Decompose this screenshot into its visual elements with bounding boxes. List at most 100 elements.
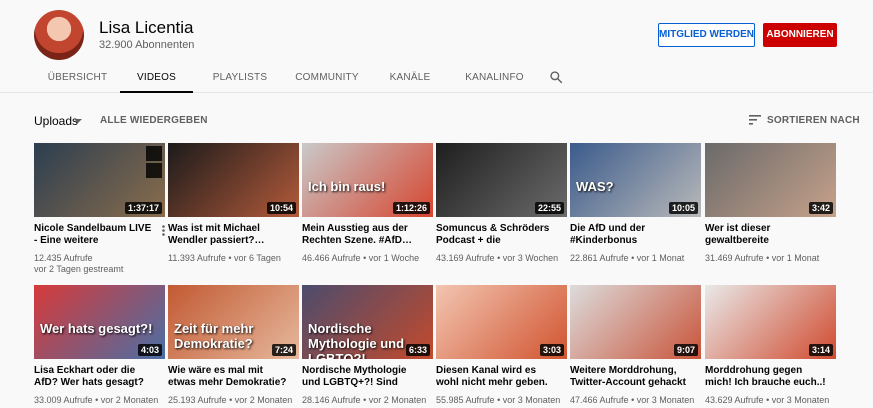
play-all-button[interactable]: ALLE WIEDERGEBEN (100, 115, 208, 126)
tab-about[interactable]: KANALINFO (453, 62, 536, 93)
tab-playlists[interactable]: PLAYLISTS (193, 62, 287, 93)
upload-age: vor 1 Monat (771, 253, 820, 263)
video-card[interactable]: 22:55 Somuncus & Schröders Podcast + die … (436, 143, 567, 264)
tab-community[interactable]: COMMUNITY (287, 62, 367, 93)
watch-later-icon[interactable] (146, 146, 162, 161)
duration-badge: 3:42 (808, 202, 833, 214)
tab-channels[interactable]: KANÄLE (367, 62, 453, 93)
view-count: 43.169 Aufrufe (436, 253, 495, 263)
channel-avatar[interactable] (34, 10, 84, 60)
more-actions-icon[interactable] (162, 223, 165, 236)
video-title[interactable]: Diesen Kanal wird es wohl nicht mehr geb… (436, 365, 567, 389)
duration-badge: 3:14 (808, 344, 833, 356)
upload-age: vor 3 Monaten (502, 395, 561, 405)
view-count: 28.146 Aufrufe (302, 395, 361, 405)
video-thumbnail[interactable]: 22:55 (436, 143, 567, 217)
upload-age: vor 2 Monaten (234, 395, 293, 405)
video-thumbnail[interactable]: Nordische Mythologie und LGBTQ?! 6:33 (302, 285, 433, 359)
video-thumbnail[interactable]: Wer hats gesagt?! 4:03 (34, 285, 165, 359)
join-member-button[interactable]: MITGLIED WERDEN (658, 23, 755, 47)
meta-separator: • (494, 395, 503, 405)
video-thumbnail[interactable]: Zeit für mehr Demokratie? 7:24 (168, 285, 299, 359)
video-title[interactable]: Mein Ausstieg aus der Rechten Szene. #Af… (302, 223, 433, 247)
video-meta: 47.466 Aufrufe • vor 3 Monaten (570, 395, 701, 406)
upload-age: vor 1 Woche (368, 253, 420, 263)
sort-by-button[interactable]: SORTIEREN NACH (767, 115, 860, 126)
upload-age: vor 1 Monat (636, 253, 685, 263)
thumbnail-caption: WAS? (576, 179, 614, 194)
video-card[interactable]: Ich bin raus! 1:12:26 Mein Ausstieg aus de… (302, 143, 433, 264)
thumbnail-caption: Ich bin raus! (308, 179, 386, 194)
video-title[interactable]: Weitere Morddrohung, Twitter-Account geh… (570, 365, 701, 389)
video-meta: 31.469 Aufrufe • vor 1 Monat (705, 253, 836, 264)
video-card[interactable]: 3:14 Morddrohung gegen mich! Ich brauche … (705, 285, 836, 406)
video-card[interactable]: 1:37:17 Nicole Sandelbaum LIVE - Eine wei… (34, 143, 165, 275)
video-card[interactable]: Wer hats gesagt?! 4:03 Lisa Eckhart oder d… (34, 285, 165, 406)
duration-badge: 9:07 (673, 344, 698, 356)
video-thumbnail[interactable]: 9:07 (570, 285, 701, 359)
video-meta: 25.193 Aufrufe • vor 2 Monaten (168, 395, 299, 406)
upload-age: vor 2 Monaten (368, 395, 427, 405)
view-count: 25.193 Aufrufe (168, 395, 227, 405)
meta-separator: • (360, 395, 369, 405)
video-thumbnail[interactable]: 3:42 (705, 143, 836, 217)
video-thumbnail[interactable]: 3:03 (436, 285, 567, 359)
add-to-queue-icon[interactable] (146, 163, 162, 178)
view-count: 55.985 Aufrufe (436, 395, 495, 405)
duration-badge: 7:24 (271, 344, 296, 356)
video-thumbnail[interactable]: 1:37:17 (34, 143, 165, 217)
view-count: 11.393 Aufrufe (168, 253, 226, 263)
sort-icon[interactable] (749, 115, 761, 125)
subscribe-button[interactable]: ABONNIEREN (763, 23, 837, 47)
video-thumbnail[interactable]: Ich bin raus! 1:12:26 (302, 143, 433, 217)
video-card[interactable]: 10:54 Was ist mit Michael Wendler passier… (168, 143, 299, 264)
video-meta: 55.985 Aufrufe • vor 3 Monaten (436, 395, 567, 406)
video-title[interactable]: Wer ist dieser gewaltbereite Rechtsextre… (705, 223, 836, 247)
upload-age: vor 3 Monaten (771, 395, 830, 405)
subscriber-count: 32.900 Abonnenten (99, 39, 195, 51)
view-count: 43.629 Aufrufe (705, 395, 764, 405)
video-card[interactable]: 3:03 Diesen Kanal wird es wohl nicht mehr… (436, 285, 567, 406)
thumbnail-caption: Wer hats gesagt?! (40, 321, 153, 336)
video-card[interactable]: 3:42 Wer ist dieser gewaltbereite Rechtse… (705, 143, 836, 264)
caret-down-icon[interactable] (74, 119, 82, 123)
video-thumbnail[interactable]: 3:14 (705, 285, 836, 359)
search-icon[interactable] (549, 70, 563, 84)
video-title[interactable]: Somuncus & Schröders Podcast + die läche… (436, 223, 567, 247)
video-title[interactable]: Was ist mit Michael Wendler passiert?… (168, 223, 299, 247)
upload-age: vor 2 Monaten (100, 395, 159, 405)
meta-separator: • (494, 253, 503, 263)
channel-tabs: ÜBERSICHT VIDEOS PLAYLISTS COMMUNITY KAN… (35, 62, 536, 93)
video-title[interactable]: Lisa Eckhart oder die AfD? Wer hats gesa… (34, 365, 165, 389)
video-meta: 46.466 Aufrufe • vor 1 Woche (302, 253, 433, 264)
tab-overview[interactable]: ÜBERSICHT (35, 62, 120, 93)
video-thumbnail[interactable]: 10:54 (168, 143, 299, 217)
view-count: 31.469 Aufrufe (705, 253, 764, 263)
video-title[interactable]: Wie wäre es mal mit etwas mehr Demokrati… (168, 365, 299, 389)
video-title[interactable]: Nicole Sandelbaum LIVE - Eine weitere Au… (34, 223, 165, 247)
duration-badge: 22:55 (534, 202, 564, 214)
view-count: 47.466 Aufrufe (570, 395, 629, 405)
video-card[interactable]: Zeit für mehr Demokratie? 7:24 Wie wäre es… (168, 285, 299, 406)
duration-badge: 1:37:17 (124, 202, 162, 214)
duration-badge: 6:33 (405, 344, 430, 356)
video-meta: 12.435 Aufrufe vor 2 Tagen gestreamt (34, 253, 165, 275)
video-thumbnail[interactable]: WAS? 10:05 (570, 143, 701, 217)
duration-badge: 4:03 (137, 344, 162, 356)
meta-separator: • (763, 253, 772, 263)
video-card[interactable]: Nordische Mythologie und LGBTQ?! 6:33 Nord… (302, 285, 433, 406)
channel-header: Lisa Licentia 32.900 Abonnenten MITGLIED… (0, 0, 873, 93)
meta-separator: • (360, 253, 369, 263)
meta-separator: • (225, 253, 235, 263)
meta-separator: • (628, 395, 637, 405)
upload-age: vor 3 Wochen (502, 253, 559, 263)
uploads-dropdown[interactable]: Uploads (34, 114, 78, 128)
video-card[interactable]: 9:07 Weitere Morddrohung, Twitter-Account… (570, 285, 701, 406)
video-title[interactable]: Die AfD und der #Kinderbonus (570, 223, 701, 247)
video-meta: 11.393 Aufrufe • vor 6 Tagen (168, 253, 299, 264)
video-title[interactable]: Morddrohung gegen mich! Ich brauche euch… (705, 365, 836, 389)
tab-videos[interactable]: VIDEOS (120, 62, 193, 93)
meta-separator: • (92, 395, 101, 405)
video-card[interactable]: WAS? 10:05 Die AfD und der #Kinderbonus 22.… (570, 143, 701, 264)
video-title[interactable]: Nordische Mythologie und LGBTQ+?! Sind d… (302, 365, 433, 389)
